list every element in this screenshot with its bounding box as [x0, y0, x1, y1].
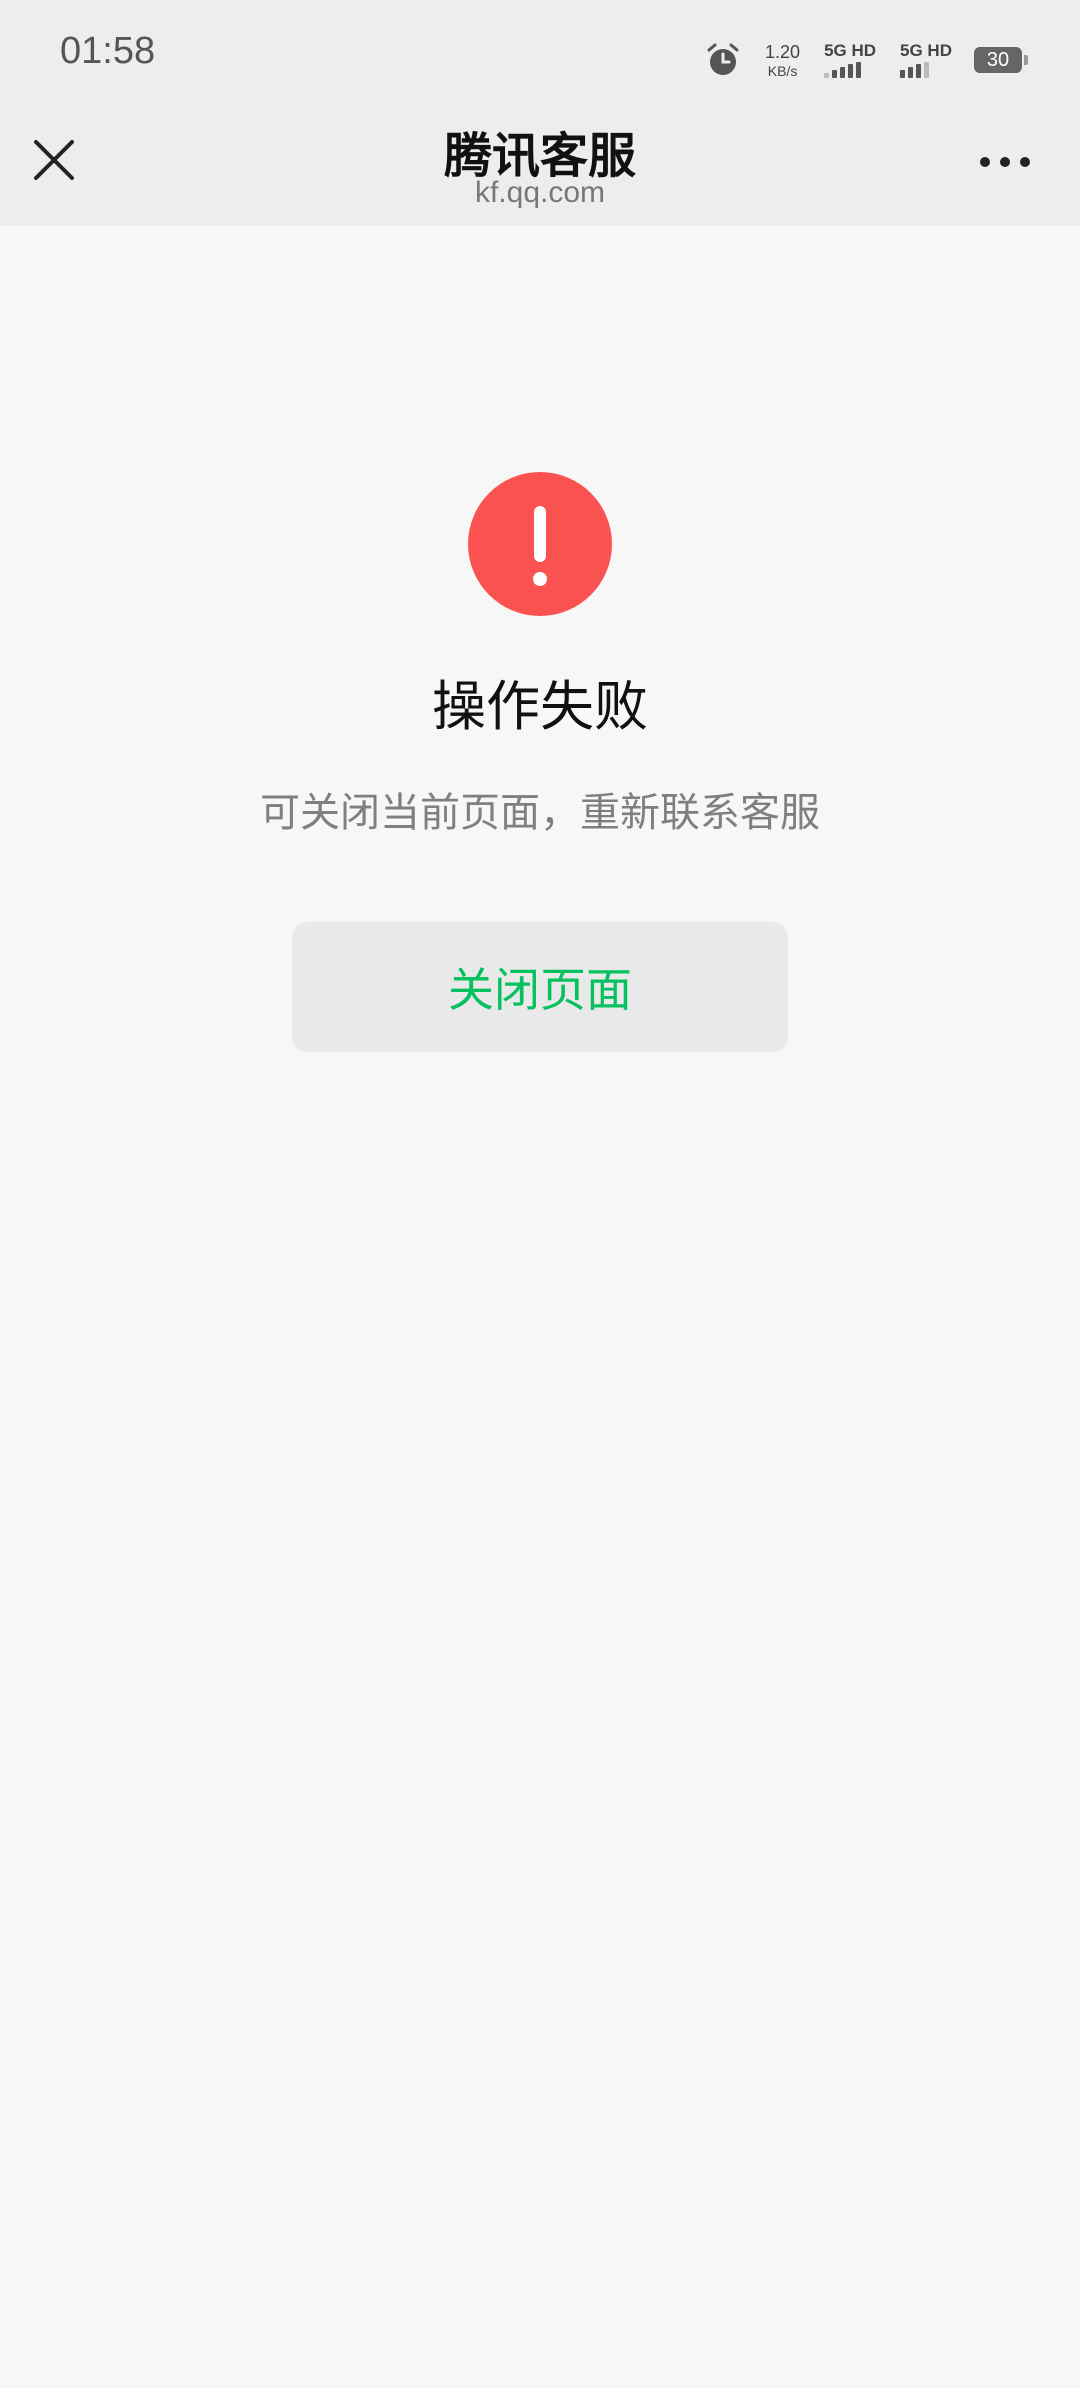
page-url: kf.qq.com	[474, 176, 606, 209]
status-time: 01:58	[60, 30, 156, 72]
signal-bars-icon	[824, 62, 862, 78]
result-description: 可关闭当前页面，重新联系客服	[260, 790, 820, 836]
more-icon[interactable]	[980, 156, 1030, 168]
result-title: 操作失败	[432, 675, 648, 738]
status-bar: 01:58 1.20 KB/s 5G HD 5G HD 30	[0, 0, 1080, 116]
signal-bars-icon	[900, 62, 930, 78]
sim2-signal: 5G HD	[900, 42, 952, 78]
battery-level: 30	[986, 48, 1010, 71]
battery-icon: 30	[974, 47, 1028, 73]
close-page-button[interactable]: 关闭页面	[292, 922, 788, 1052]
network-speed-unit: KB/s	[767, 62, 798, 79]
network-speed-value: 1.20	[765, 41, 801, 62]
sim1-signal: 5G HD	[824, 42, 876, 78]
sim2-label: 5G HD	[900, 41, 952, 60]
sim1-label: 5G HD	[824, 41, 877, 60]
nav-bar: 腾讯客服 kf.qq.com	[0, 116, 1080, 226]
status-icons: 1.20 KB/s 5G HD 5G HD 30	[705, 38, 1028, 82]
network-speed: 1.20 KB/s	[765, 43, 800, 78]
alarm-icon	[705, 42, 741, 78]
warning-icon	[468, 472, 612, 616]
